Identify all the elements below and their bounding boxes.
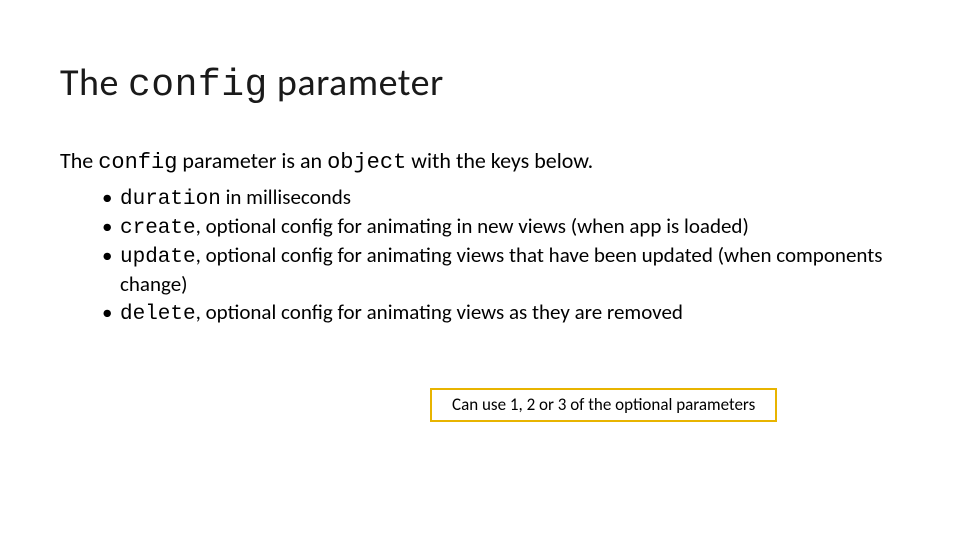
title-code: config	[128, 64, 268, 107]
list-item: delete, optional config for animating vi…	[120, 299, 900, 328]
intro-code-2: object	[327, 150, 406, 175]
title-pre: The	[60, 60, 128, 106]
key-name: delete	[120, 303, 196, 326]
key-name: duration	[120, 188, 221, 211]
intro-line: The config parameter is an object with t…	[60, 147, 900, 178]
intro-pre: The	[60, 147, 98, 174]
key-list: duration in milliseconds create, optiona…	[60, 184, 900, 328]
key-desc: , optional config for animating views th…	[120, 242, 882, 297]
key-desc: , optional config for animating in new v…	[196, 213, 749, 239]
title-post: parameter	[268, 60, 444, 106]
intro-code-1: config	[98, 150, 177, 175]
key-name: create	[120, 217, 196, 240]
list-item: update, optional config for animating vi…	[120, 242, 900, 299]
intro-mid: parameter is an	[177, 147, 327, 174]
list-item: create, optional config for animating in…	[120, 213, 900, 242]
key-desc: , optional config for animating views as…	[196, 299, 683, 325]
key-name: update	[120, 246, 196, 269]
slide-title: The config parameter	[60, 60, 900, 107]
callout-box: Can use 1, 2 or 3 of the optional parame…	[430, 388, 777, 422]
key-desc: in milliseconds	[221, 184, 351, 210]
callout-text: Can use 1, 2 or 3 of the optional parame…	[452, 394, 755, 415]
intro-post: with the keys below.	[406, 147, 593, 174]
list-item: duration in milliseconds	[120, 184, 900, 213]
slide: The config parameter The config paramete…	[0, 0, 960, 540]
